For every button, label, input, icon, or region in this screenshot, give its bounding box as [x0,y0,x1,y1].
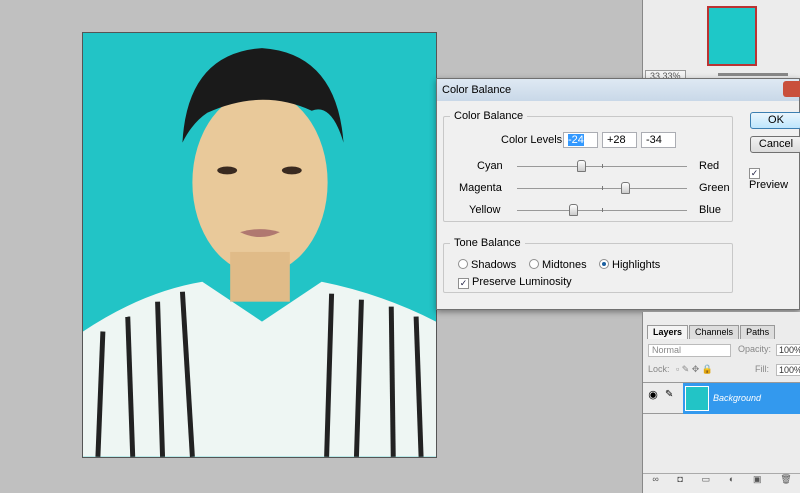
slider-left-label: Yellow [469,204,501,216]
opacity-label: Opacity: [738,344,772,354]
ok-button[interactable]: OK [750,112,800,129]
layers-panel: Layers Channels Paths Normal Opacity: 10… [642,312,800,493]
tab-channels[interactable]: Channels [689,325,740,339]
blend-mode-select[interactable]: Normal [648,344,731,357]
tone-balance-group-label: Tone Balance [454,237,521,249]
slider-left-label: Magenta [459,182,502,194]
slider-right-label: Blue [699,204,722,216]
adjustment-layer-icon[interactable]: ◐ [729,474,734,487]
preserve-luminosity-checkbox[interactable]: ✓ Preserve Luminosity [458,276,572,289]
color-balance-dialog: Color Balance Color Balance Color Levels… [436,78,800,310]
lock-icons[interactable]: ▫ ✎ ✥ 🔒 [676,364,713,374]
layer-row-background[interactable]: ◉ ✎ Background [643,382,800,414]
navigator-zoom-slider[interactable] [718,73,788,76]
lock-label: Lock: [648,364,670,374]
color-balance-group-label: Color Balance [454,110,524,122]
preview-checkbox[interactable]: ✓Preview [749,166,799,191]
tab-layers[interactable]: Layers [647,325,689,339]
fill-label: Fill: [755,364,769,374]
slider-thumb[interactable] [569,204,578,216]
color-level-yellow-blue-input[interactable]: -34 [641,132,676,148]
radio-label: Midtones [542,259,587,271]
slider-thumb[interactable] [577,160,586,172]
color-level-cyan-red-input[interactable]: -24 [563,132,598,148]
fill-field[interactable]: 100% [776,364,800,376]
link-icon[interactable]: ∞ [652,474,658,487]
document-canvas[interactable] [82,32,437,458]
slider-right-label: Red [699,160,720,172]
tab-paths[interactable]: Paths [740,325,776,339]
cyan-red-slider[interactable] [517,160,687,172]
trash-icon[interactable]: 🗑 [780,474,791,487]
opacity-field[interactable]: 100% [776,344,800,356]
radio-shadows[interactable]: Shadows [458,259,516,271]
eye-icon[interactable]: ◉ [646,388,660,406]
radio-label: Shadows [471,259,517,271]
portrait-photo [83,33,436,457]
slider-right-label: Green [699,182,730,194]
color-level-value: -24 [568,134,584,146]
slider-thumb[interactable] [621,182,630,194]
yellow-blue-slider[interactable] [517,204,687,216]
color-levels-label: Color Levels: [501,134,566,146]
layer-thumbnail [685,386,709,411]
new-layer-icon[interactable]: ▣ [753,474,762,487]
radio-midtones[interactable]: Midtones [529,259,587,271]
brush-link-icon: ✎ [665,389,674,400]
slider-left-label: Cyan [477,160,503,172]
layer-name: Background [713,393,762,403]
navigator-panel: 33.33% [642,0,800,82]
radio-highlights[interactable]: Highlights [599,259,660,271]
checkbox-label: Preserve Luminosity [472,276,572,288]
color-level-magenta-green-input[interactable]: +28 [602,132,637,148]
cancel-button[interactable]: Cancel [750,136,800,153]
mask-icon[interactable]: ◘ [677,474,682,487]
close-button[interactable] [783,81,800,97]
checkbox-label: Preview [749,179,789,191]
radio-label: Highlights [612,259,661,271]
dialog-title: Color Balance [437,79,799,101]
navigator-thumbnail[interactable] [707,6,757,66]
magenta-green-slider[interactable] [517,182,687,194]
folder-icon[interactable]: ▭ [702,474,711,487]
